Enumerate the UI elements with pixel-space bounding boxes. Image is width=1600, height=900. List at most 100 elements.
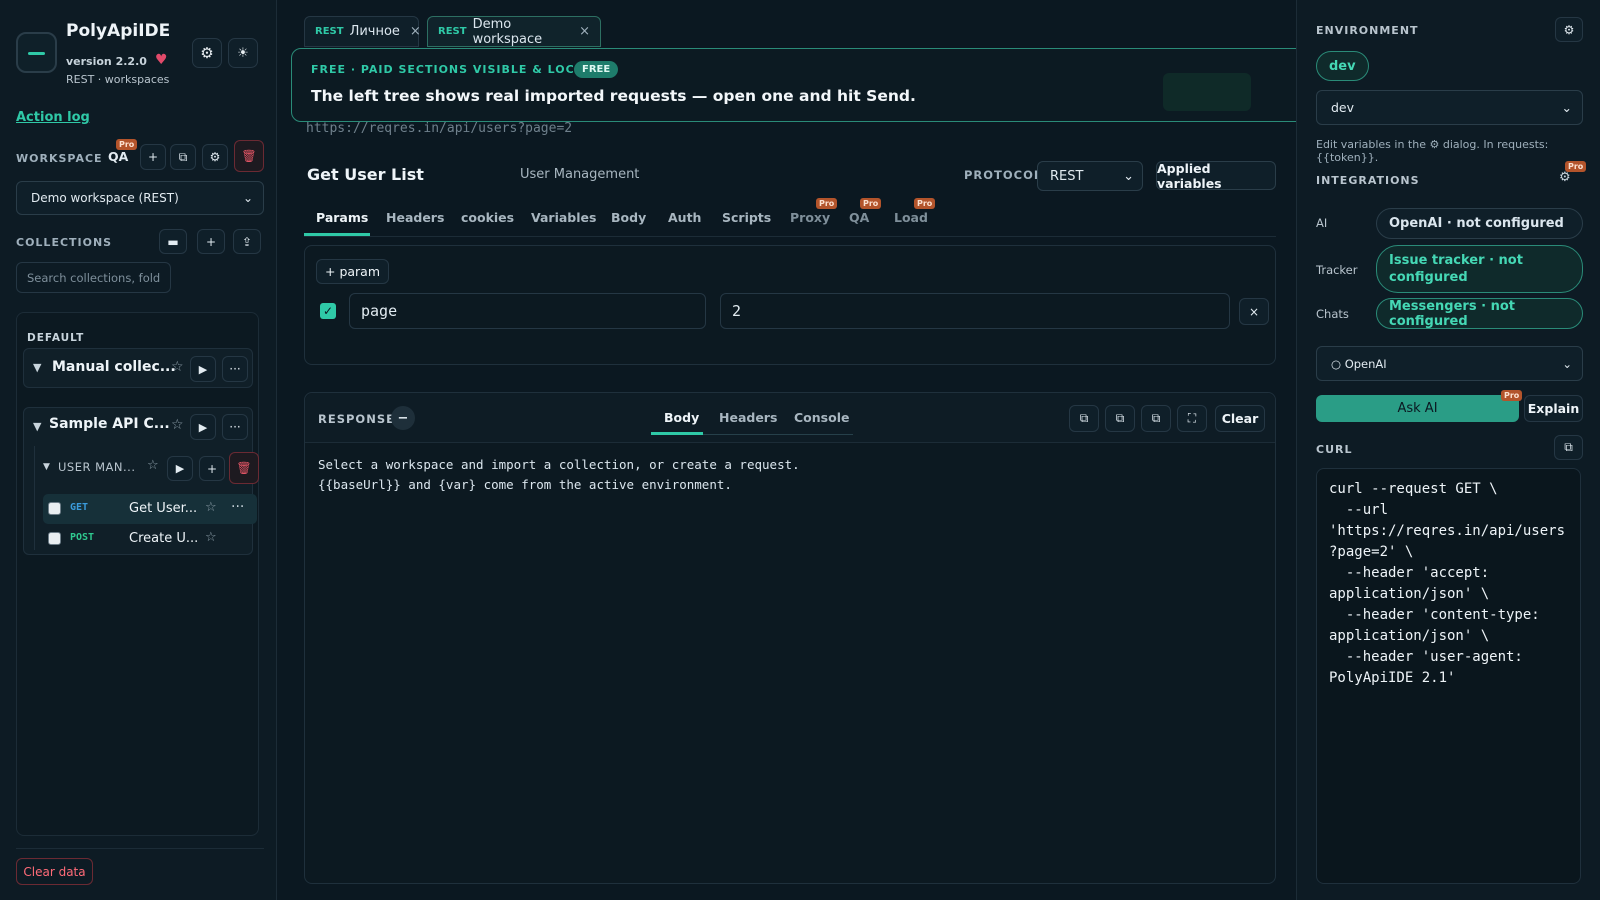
more-icon[interactable]: ··· [231, 499, 244, 515]
request-item[interactable]: POST Create U... ☆ [43, 524, 257, 554]
collection-item[interactable]: ▼ Sample API C... ☆ ▶ ··· ▼ USER MAN... … [23, 407, 259, 555]
workspace-settings-button[interactable]: ⚙ [202, 144, 228, 170]
banner-headline: FREE · PAID SECTIONS VISIBLE & LOCKED [311, 63, 603, 76]
environment-select-value: dev [1331, 100, 1355, 115]
copy-raw-button[interactable]: ⧉ [1141, 405, 1171, 432]
tab-scripts[interactable]: Scripts [722, 210, 771, 225]
remove-param-button[interactable]: × [1239, 298, 1269, 325]
tab-auth[interactable]: Auth [668, 210, 701, 225]
gear-icon: ⚙ [200, 44, 214, 62]
collection-more-button[interactable]: ··· [222, 356, 248, 382]
tab-demo-workspace[interactable]: REST Demo workspace × [427, 16, 601, 47]
param-enabled-checkbox[interactable]: ✓ [320, 303, 336, 319]
add-request-button[interactable]: + [199, 456, 225, 481]
response-tab-headers[interactable]: Headers [719, 410, 777, 425]
new-folder-button[interactable]: ▬ [159, 229, 187, 254]
request-title[interactable]: Get User List [307, 165, 424, 184]
action-log-link[interactable]: Action log [16, 110, 90, 125]
chevron-down-icon[interactable]: ▼ [43, 462, 50, 472]
pro-badge: Pro [860, 198, 882, 209]
tracker-integration-button[interactable]: Issue tracker · not configured [1376, 245, 1583, 293]
param-value-input[interactable]: 2 [720, 293, 1230, 329]
environment-label: ENVIRONMENT [1316, 24, 1419, 37]
star-icon[interactable]: ☆ [147, 458, 159, 473]
tab-cookies[interactable]: cookies [461, 210, 514, 225]
heart-icon[interactable]: ♥ [155, 52, 168, 68]
add-param-button[interactable]: + param [316, 259, 390, 284]
chevron-down-icon[interactable]: ▼ [33, 361, 41, 374]
free-badge: FREE [574, 61, 619, 78]
environment-settings-button[interactable]: ⚙ [1555, 17, 1583, 42]
tab-variables[interactable]: Variables [531, 210, 596, 225]
tab-headers[interactable]: Headers [386, 210, 444, 225]
import-collection-button[interactable]: ⇪ [233, 229, 261, 254]
tab-body[interactable]: Body [611, 210, 646, 225]
star-icon[interactable]: ☆ [171, 417, 184, 433]
request-url[interactable]: https://reqres.in/api/users?page=2 [306, 121, 572, 136]
request-name: Get User... [129, 501, 198, 516]
collapse-response-button[interactable]: − [391, 406, 415, 430]
qa-workspace-button[interactable]: QA [108, 149, 128, 164]
close-icon[interactable]: × [410, 24, 421, 39]
run-collection-button[interactable]: ▶ [190, 414, 216, 440]
run-collection-button[interactable]: ▶ [190, 356, 216, 382]
response-tab-body[interactable]: Body [664, 410, 699, 425]
clear-data-button[interactable]: Clear data [16, 858, 93, 885]
star-icon[interactable]: ☆ [205, 500, 217, 515]
workspace-select[interactable]: Demo workspace (REST) ⌄ [16, 181, 264, 215]
ask-ai-button[interactable]: Ask AI [1316, 395, 1519, 422]
tab-protocol: REST [438, 26, 467, 37]
duplicate-workspace-button[interactable]: ⧉ [170, 144, 196, 170]
tab-load[interactable]: Load [894, 210, 928, 225]
protocol-select[interactable]: REST ⌄ [1037, 161, 1143, 191]
environment-select[interactable]: dev ⌄ [1316, 90, 1583, 125]
tabs-underline [703, 434, 853, 435]
send-button[interactable] [1163, 73, 1251, 111]
request-item[interactable]: GET Get User... ☆ ··· [43, 494, 257, 524]
run-folder-button[interactable]: ▶ [167, 456, 193, 481]
theme-toggle-button[interactable]: ☀ [228, 38, 258, 68]
tab-personal[interactable]: REST Личное × [304, 16, 421, 47]
delete-folder-button[interactable]: 🗑 [229, 452, 259, 484]
request-method: POST [70, 532, 95, 543]
clear-response-button[interactable]: Clear [1215, 405, 1265, 432]
delete-workspace-button[interactable]: 🗑 [234, 140, 264, 172]
copy-headers-button[interactable]: ⧉ [1105, 405, 1135, 432]
add-collection-button[interactable]: + [197, 229, 225, 254]
collection-more-button[interactable]: ··· [222, 414, 248, 440]
tab-proxy[interactable]: Proxy [790, 210, 830, 225]
integration-chats-label: Chats [1316, 307, 1349, 321]
chevron-down-icon[interactable]: ▼ [33, 420, 41, 433]
star-icon[interactable]: ☆ [205, 530, 217, 545]
active-environment-pill[interactable]: dev [1316, 51, 1369, 81]
tab-qa[interactable]: QA [849, 210, 869, 225]
fullscreen-button[interactable]: ⛶ [1177, 405, 1207, 432]
ai-provider-select[interactable]: ○ OpenAI ⌄ [1316, 346, 1583, 381]
response-tab-console[interactable]: Console [794, 410, 849, 425]
collections-search-input[interactable]: Search collections, fold [16, 262, 171, 293]
request-checkbox[interactable] [48, 502, 61, 515]
copy-response-button[interactable]: ⧉ [1069, 405, 1099, 432]
copy-curl-button[interactable]: ⧉ [1554, 435, 1583, 460]
curl-label: CURL [1316, 443, 1353, 456]
tab-params[interactable]: Params [316, 210, 368, 225]
gear-icon[interactable]: ⚙ [1559, 170, 1571, 185]
curl-snippet[interactable]: curl --request GET \ --url 'https://reqr… [1329, 479, 1565, 689]
close-icon[interactable]: × [579, 24, 590, 39]
add-workspace-button[interactable]: + [140, 144, 166, 170]
request-checkbox[interactable] [48, 532, 61, 545]
applied-variables-button[interactable]: Applied variables [1156, 161, 1276, 191]
explain-button[interactable]: Explain [1524, 395, 1583, 422]
divider [16, 848, 264, 849]
plan-banner: FREE · PAID SECTIONS VISIBLE & LOCKED FR… [291, 48, 1311, 122]
param-key-input[interactable]: page [349, 293, 706, 329]
collection-title: Manual collec... [52, 359, 176, 375]
settings-button[interactable]: ⚙ [192, 38, 222, 68]
params-panel: + param ✓ page 2 × [304, 245, 1276, 365]
star-icon[interactable]: ☆ [171, 359, 184, 375]
chevron-down-icon: ⌄ [1562, 356, 1572, 371]
collection-item[interactable]: ▼ Manual collec... ☆ ▶ ··· [23, 348, 253, 388]
folder-title[interactable]: USER MAN... [58, 460, 136, 474]
ai-integration-button[interactable]: OpenAI · not configured [1376, 208, 1583, 239]
chats-integration-button[interactable]: Messengers · not configured [1376, 298, 1583, 329]
